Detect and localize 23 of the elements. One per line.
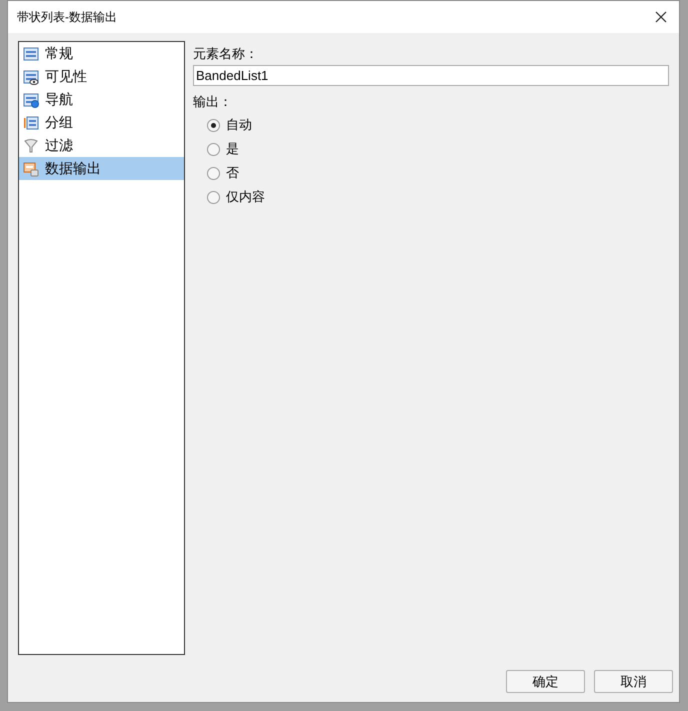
category-item[interactable]: 过滤 xyxy=(19,134,184,157)
output-radio[interactable]: 否 xyxy=(207,161,669,185)
category-item[interactable]: 常规 xyxy=(19,42,184,65)
list-icon xyxy=(23,46,39,62)
category-item[interactable]: 可见性 xyxy=(19,65,184,88)
group-list-icon xyxy=(23,114,39,130)
output-radio[interactable]: 仅内容 xyxy=(207,185,669,209)
list-eye-icon xyxy=(23,68,39,84)
list-globe-icon xyxy=(23,92,39,108)
close-icon[interactable] xyxy=(655,11,667,23)
dialog-button[interactable]: 取消 xyxy=(594,670,673,693)
element-name-field[interactable]: BandedList1 xyxy=(193,65,669,86)
export-icon xyxy=(23,160,39,176)
output-radio[interactable]: 自动 xyxy=(207,113,669,137)
category-item[interactable]: 数据输出 xyxy=(19,157,184,180)
output-radio[interactable]: 是 xyxy=(207,137,669,161)
funnel-icon xyxy=(23,138,39,154)
window-title: 带状列表-数据输出 xyxy=(17,9,117,26)
element-name-label: 元素名称： xyxy=(193,45,259,63)
category-item[interactable]: 导航 xyxy=(19,88,184,111)
output-label: 输出： xyxy=(193,93,233,111)
dialog-button[interactable]: 确定 xyxy=(506,670,585,693)
category-item[interactable]: 分组 xyxy=(19,111,184,134)
